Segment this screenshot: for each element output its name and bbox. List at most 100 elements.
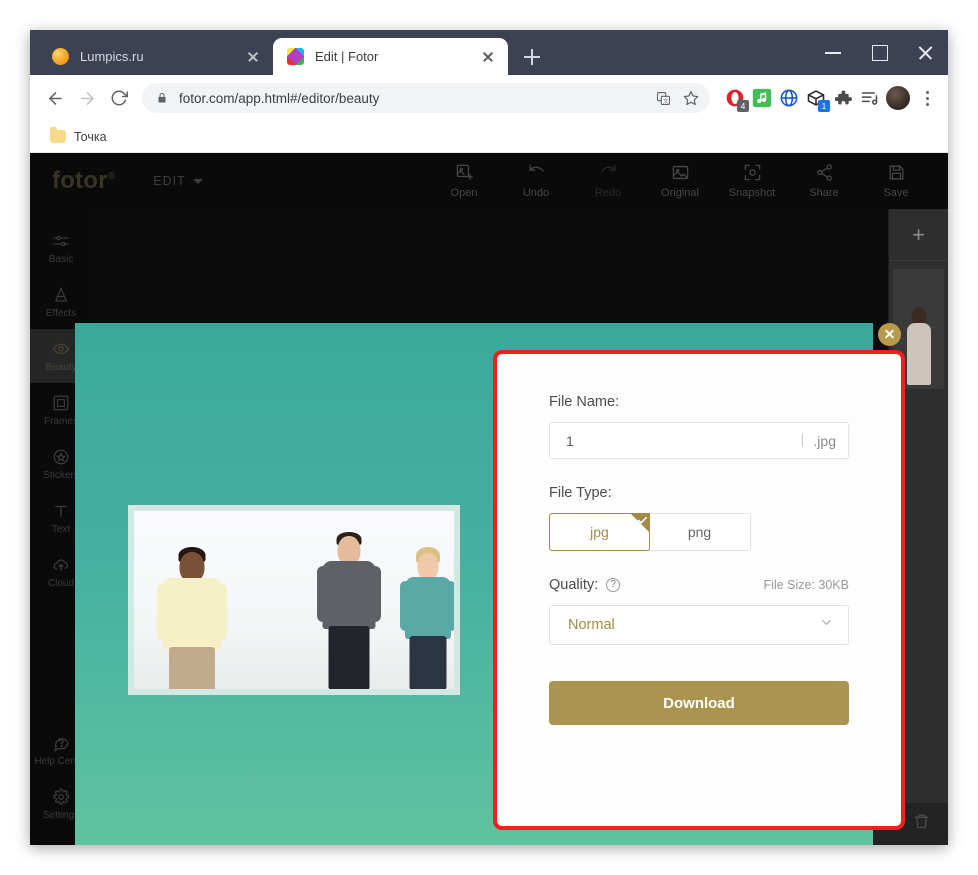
star-icon[interactable] [678,85,704,111]
bookmark-label: Точка [74,129,107,144]
tool-label: Undo [522,187,550,199]
edit-menu-label: EDIT [153,174,186,188]
photo-person-center [316,532,382,689]
close-icon[interactable] [902,30,948,75]
extension-badge: 4 [737,100,749,112]
window-controls [810,30,948,75]
browser-toolbar: fotor.com/app.html#/editor/beauty 文 4 1 [30,75,948,121]
fotor-rainbow-icon [287,48,304,65]
person-arm-right [369,566,381,622]
file-extension-label: .jpg [813,432,836,449]
person-head [417,553,439,580]
extensions-tray: 4 1 [718,87,881,112]
sidebar-item-basic[interactable]: Basic [30,221,92,275]
photo-person-left [156,547,228,689]
file-name-input[interactable]: 1 .jpg [549,422,849,459]
tool-label: Save [883,187,909,199]
question-mark-icon[interactable]: ? [606,578,621,592]
sidebar-item-label: Text [51,523,71,535]
person-legs [409,636,447,689]
kebab-menu-icon[interactable] [916,85,938,111]
file-type-option-jpg[interactable]: jpg [549,513,650,551]
quality-value: Normal [568,617,615,633]
quality-select[interactable]: Normal [549,605,849,645]
opera-gx-icon[interactable]: 4 [724,87,749,112]
edit-menu-dropdown[interactable]: EDIT [153,174,203,188]
plus-icon: + [912,221,925,247]
translate-icon[interactable]: 文 [650,85,676,111]
photo-person-right [399,547,454,689]
package-box-icon[interactable]: 1 [805,87,830,112]
bookmark-item[interactable]: Точка [44,127,113,147]
sidebar-item-label: Cloud [47,577,75,589]
file-name-value[interactable]: 1 [566,433,792,449]
download-button[interactable]: Download [549,681,849,725]
folder-icon [50,127,66,143]
file-size-label: File Size: 30KB [763,578,849,592]
fotor-logo[interactable]: fotor® [52,167,115,195]
person-arm-left [317,566,329,622]
export-dialog: File Name: 1 .jpg File Type: jpg png Qua… [493,350,905,830]
tab-close-icon[interactable] [243,47,263,67]
sidebar-item-label: Beauty [45,361,77,373]
browser-window: Lumpics.ru Edit | Fotor fotor.com/app.ht… [30,30,948,845]
person-torso [163,578,221,650]
playlist-music-icon[interactable] [859,87,881,109]
lock-icon [156,92,168,104]
puzzle-piece-icon[interactable] [832,87,854,109]
browser-tab-fotor[interactable]: Edit | Fotor [273,38,508,75]
tool-open[interactable]: Open [442,163,486,199]
person-arm-left [157,583,170,641]
music-note-icon[interactable] [751,87,773,109]
sidebar-item-label: Effects [45,307,77,319]
tab-close-icon[interactable] [478,47,498,67]
tool-save[interactable]: Save [874,163,918,199]
fotor-header: fotor® EDIT Open Undo Redo Original Snap… [30,153,948,209]
back-icon[interactable] [40,83,70,113]
address-bar[interactable]: fotor.com/app.html#/editor/beauty 文 [142,83,710,113]
tool-share[interactable]: Share [802,163,846,199]
sidebar-item-label: Basic [48,253,74,265]
sidebar-item-label: Frames [44,415,78,427]
chevron-down-icon [192,178,203,184]
canvas-photo [128,505,460,695]
tool-undo[interactable]: Undo [514,163,558,199]
tab-title: Lumpics.ru [80,49,144,64]
minimize-icon[interactable] [810,30,856,75]
reload-icon[interactable] [104,83,134,113]
file-type-option-png[interactable]: png [649,514,750,550]
canvas-photo-image [134,511,454,689]
download-button-label: Download [663,694,735,712]
page-viewport: fotor® EDIT Open Undo Redo Original Snap… [30,153,948,845]
file-type-label: File Type: [549,485,612,501]
file-type-option-label: png [687,524,712,540]
person-arm-right [214,583,227,641]
tool-label: Open [450,187,478,199]
browser-tab-lumpics[interactable]: Lumpics.ru [38,38,273,75]
chevron-down-icon [819,615,834,635]
extension-badge: 1 [818,100,830,112]
close-circle-icon[interactable] [878,323,901,346]
input-divider [802,434,804,447]
add-layer-button[interactable]: + [889,209,948,261]
sidebar-item-effects[interactable]: Effects [30,275,92,329]
avatar[interactable] [886,86,910,110]
tool-original[interactable]: Original [658,163,702,199]
globe-icon[interactable] [778,87,800,109]
tab-title: Edit | Fotor [315,49,379,64]
person-legs [328,626,370,689]
person-torso [322,561,376,629]
tool-label: Original [661,187,699,199]
tool-label: Share [809,187,839,199]
bookmarks-bar: Точка [30,121,948,153]
person-arm-right [445,581,454,631]
file-name-label: File Name: [549,394,620,410]
person-arm-left [400,581,411,631]
tool-snapshot[interactable]: Snapshot [729,163,775,199]
maximize-icon[interactable] [856,30,902,75]
tool-redo: Redo [586,163,630,199]
new-tab-button[interactable] [516,41,548,73]
trash-icon[interactable] [913,813,930,835]
thumbnail-figure [906,307,932,385]
